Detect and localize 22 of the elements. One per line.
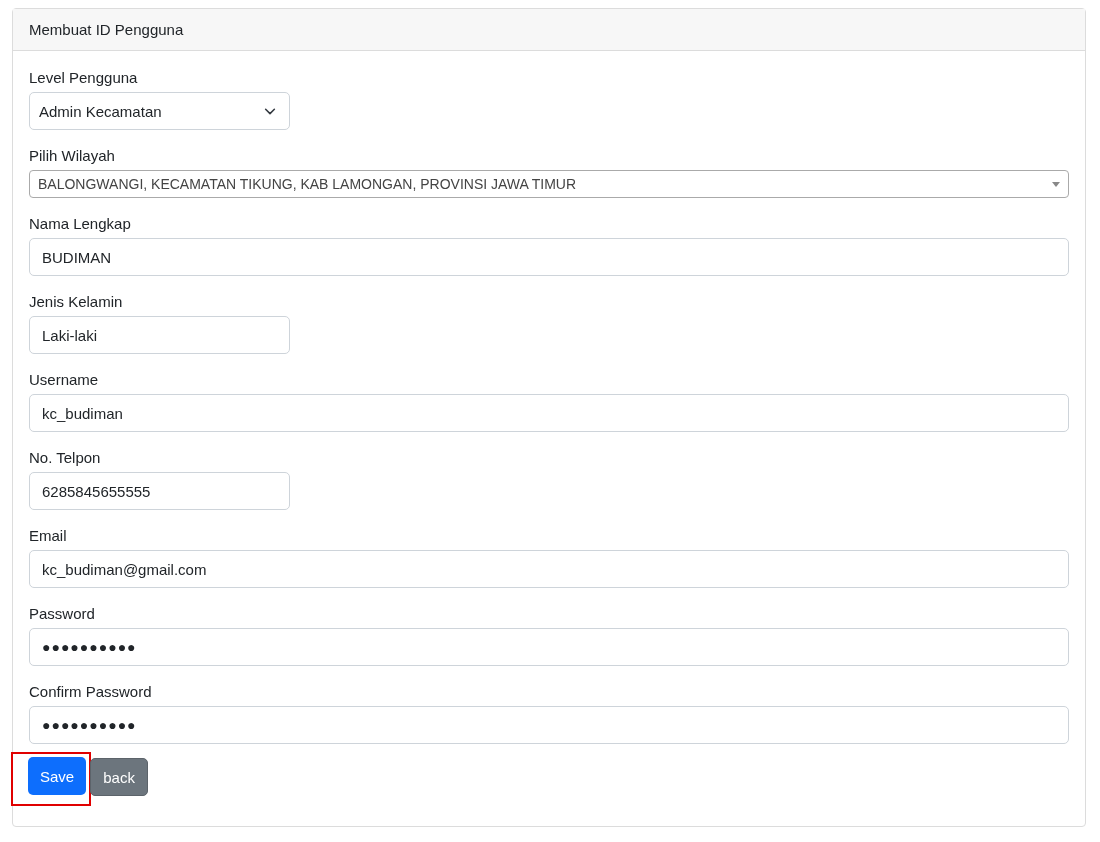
input-field[interactable]: 6285845655555 bbox=[29, 472, 290, 510]
input-field[interactable]: BUDIMAN bbox=[29, 238, 1069, 276]
field-label: Nama Lengkap bbox=[29, 214, 131, 234]
caret-icon bbox=[1052, 181, 1060, 187]
field-label: Password bbox=[29, 604, 95, 624]
dropdown-field[interactable]: Admin Kecamatan bbox=[29, 92, 290, 130]
field-label: Confirm Password bbox=[29, 682, 152, 702]
select-field[interactable]: BALONGWANGI, KECAMATAN TIKUNG, KAB LAMONGAN, PROVINSI JAWA TIMUR bbox=[29, 170, 1069, 198]
form-button[interactable]: Save bbox=[28, 757, 87, 795]
field-label: Level Pengguna bbox=[29, 68, 138, 88]
card-title: Membuat ID Pengguna bbox=[29, 21, 184, 38]
input-field[interactable]: Laki-laki bbox=[29, 316, 290, 354]
field-label: Username bbox=[29, 370, 99, 390]
password-field[interactable]: ●●●●●●●●●● bbox=[29, 628, 1069, 666]
input-field[interactable]: kc_budiman bbox=[29, 394, 1069, 432]
field-label: No. Telpon bbox=[29, 448, 101, 468]
form-button[interactable]: back bbox=[90, 758, 148, 796]
field-label: Email bbox=[29, 526, 67, 546]
input-field[interactable]: kc_budiman@gmail.com bbox=[29, 550, 1069, 588]
field-label: Jenis Kelamin bbox=[29, 292, 123, 312]
field-label: Pilih Wilayah bbox=[29, 146, 115, 166]
password-field[interactable]: ●●●●●●●●●● bbox=[29, 706, 1069, 744]
